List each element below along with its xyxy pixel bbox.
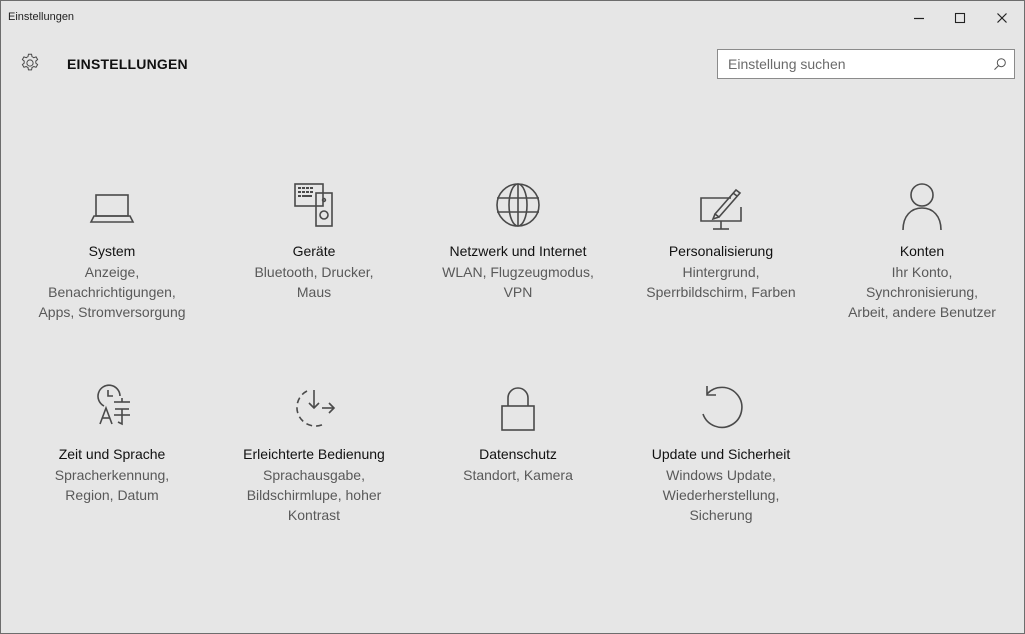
desc-line: Sperrbildschirm, Farben [646,284,796,300]
minimize-button[interactable] [898,1,940,35]
window-title: Einstellungen [8,11,75,23]
desc-line: VPN [503,284,533,300]
tile-description: Windows Update, Wiederherstellung, Siche… [621,465,821,525]
tile-title: Datenschutz [479,446,557,462]
desc-line: Sprachausgabe, [263,467,365,483]
search-icon[interactable] [993,57,1007,71]
tile-title: Geräte [292,243,336,259]
desc-line: Spracherkennung, [54,467,170,483]
desc-line: Synchronisierung, [865,284,979,300]
tile-title: Konten [899,243,945,259]
tile-description: Anzeige, Benachrichtigungen, Apps, Strom… [12,262,212,322]
tile-title: Update und Sicherheit [651,446,791,462]
tile-title: Netzwerk und Internet [449,243,587,259]
maximize-icon [954,12,966,24]
tile-update-security[interactable]: Update und Sicherheit Windows Update, Wi… [621,384,821,564]
desc-line: Kontrast [287,507,341,523]
paint-screen-icon [691,181,751,241]
refresh-icon [691,384,751,444]
desc-line: Apps, Stromversorgung [38,304,186,320]
desc-line: Bildschirmlupe, hoher [246,487,382,503]
tile-ease-of-access[interactable]: Erleichterte Bedienung Sprachausgabe, Bi… [214,384,414,564]
tile-system[interactable]: System Anzeige, Benachrichtigungen, Apps… [12,181,212,361]
gear-icon [21,53,39,71]
page-title: EINSTELLUNGEN [67,56,188,72]
tile-description: Standort, Kamera [418,465,618,485]
close-icon [997,13,1007,23]
tile-title: Personalisierung [668,243,774,259]
globe-icon [488,181,548,241]
tile-title: Erleichterte Bedienung [243,446,385,462]
tile-accounts[interactable]: Konten Ihr Konto, Synchronisierung, Arbe… [822,181,1022,361]
laptop-icon [82,181,142,241]
desc-line: Arbeit, andere Benutzer [848,304,996,320]
desc-line: Ihr Konto, [891,264,953,280]
tile-title: System [88,243,136,259]
desc-line: Benachrichtigungen, [48,284,176,300]
desc-line: Wiederherstellung, [662,487,780,503]
settings-window: Einstellungen EINSTELLUNGEN Einstellung … [0,0,1025,634]
clock-language-icon [82,384,142,444]
tile-network[interactable]: Netzwerk und Internet WLAN, Flugzeugmodu… [418,181,618,361]
ease-of-access-icon [284,384,344,444]
tile-title: Zeit und Sprache [58,446,166,462]
tile-description: Sprachausgabe, Bildschirmlupe, hoher Kon… [214,465,414,525]
tile-description: Hintergrund, Sperrbildschirm, Farben [621,262,821,302]
desc-line: Windows Update, [666,467,776,483]
desc-line: Maus [296,284,332,300]
maximize-button[interactable] [939,1,981,35]
tile-devices[interactable]: Geräte Bluetooth, Drucker, Maus [214,181,414,361]
tile-personalization[interactable]: Personalisierung Hintergrund, Sperrbilds… [621,181,821,361]
tile-privacy[interactable]: Datenschutz Standort, Kamera [418,384,618,564]
desc-line: Hintergrund, [682,264,760,280]
desc-line: Region, Datum [65,487,159,503]
desc-line: Anzeige, [84,264,140,280]
tile-description: WLAN, Flugzeugmodus, VPN [418,262,618,302]
lock-icon [488,384,548,444]
person-icon [892,181,952,241]
desc-line: WLAN, Flugzeugmodus, [442,264,594,280]
desc-line: Bluetooth, Drucker, [254,264,374,280]
search-input[interactable] [718,50,998,78]
tile-time-language[interactable]: Zeit und Sprache Spracherkennung, Region… [12,384,212,564]
minimize-icon [914,17,924,20]
tile-description: Spracherkennung, Region, Datum [12,465,212,505]
desc-line: Sicherung [689,507,753,523]
devices-icon [284,181,344,241]
tile-description: Bluetooth, Drucker, Maus [214,262,414,302]
close-button[interactable] [981,1,1023,35]
title-bar[interactable]: Einstellungen [1,1,1024,35]
tile-description: Ihr Konto, Synchronisierung, Arbeit, and… [822,262,1022,322]
desc-line: Standort, Kamera [463,467,573,483]
search-box[interactable] [717,49,1015,79]
